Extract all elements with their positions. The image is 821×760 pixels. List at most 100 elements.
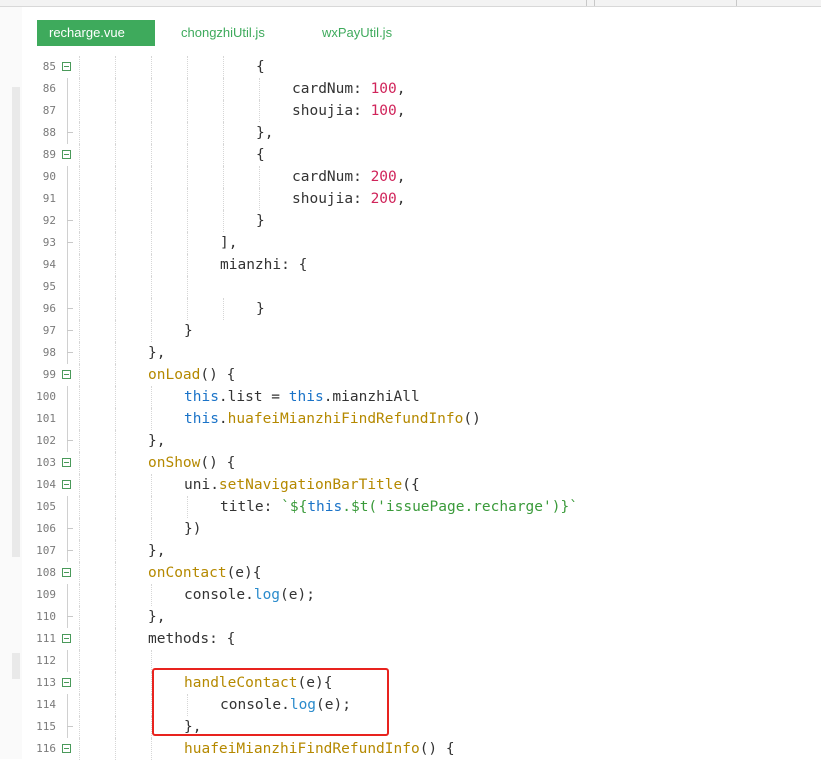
- code-text: huafeiMianzhiFindRefundInfo() {: [184, 738, 455, 760]
- line-number: 116: [36, 742, 56, 755]
- fold-toggle-icon[interactable]: [62, 370, 71, 379]
- code-line[interactable]: 86 cardNum: 100,: [22, 78, 821, 100]
- indent-guide: [115, 540, 117, 562]
- line-number: 112: [36, 654, 56, 667]
- code-line[interactable]: 109 console.log(e);: [22, 584, 821, 606]
- code-token: .$t(: [342, 499, 378, 515]
- indent-guide: [79, 562, 81, 584]
- left-side-panel[interactable]: [0, 7, 23, 759]
- code-line[interactable]: 97}: [22, 320, 821, 342]
- code-line[interactable]: 115},: [22, 716, 821, 738]
- code-editor[interactable]: 85{86 cardNum: 100, 87 shoujia: 100, 88}, 89{…: [22, 51, 821, 760]
- code-line[interactable]: 104 uni.setNavigationBarTitle({: [22, 474, 821, 496]
- code-line[interactable]: 92}: [22, 210, 821, 232]
- code-line[interactable]: 99 onLoad() {: [22, 364, 821, 386]
- line-number: 92: [42, 214, 56, 227]
- tab-chongzhiutil-js[interactable]: chongzhiUtil.js: [181, 20, 265, 46]
- code-line[interactable]: 114 console.log(e);: [22, 694, 821, 716]
- code-text: cardNum: 100,: [292, 78, 406, 100]
- fold-end-marker: [67, 726, 73, 727]
- code-token: }: [256, 301, 265, 317]
- code-line[interactable]: 107},: [22, 540, 821, 562]
- code-token: huafeiMianzhiFindRefundInfo: [184, 741, 420, 757]
- fold-end-marker: [67, 330, 73, 331]
- fold-toggle-icon[interactable]: [62, 480, 71, 489]
- line-number: 99: [42, 368, 56, 381]
- code-line[interactable]: 89 {: [22, 144, 821, 166]
- code-line[interactable]: 113 handleContact(e){: [22, 672, 821, 694]
- line-number: 95: [42, 280, 56, 293]
- indent-guide: [115, 144, 117, 166]
- indent-guide: [115, 56, 117, 78]
- fold-range-line: [67, 540, 68, 562]
- code-token: (e);: [280, 587, 315, 603]
- code-line[interactable]: 100 this.list = this.mianzhiAll: [22, 386, 821, 408]
- fold-toggle-icon[interactable]: [62, 568, 71, 577]
- code-token: },: [148, 433, 166, 449]
- indent-guide: [187, 100, 189, 122]
- indent-guide: [223, 78, 225, 100]
- code-line[interactable]: 108 onContact(e){: [22, 562, 821, 584]
- code-line[interactable]: 95: [22, 276, 821, 298]
- indent-guide: [115, 342, 117, 364]
- code-line[interactable]: 88},: [22, 122, 821, 144]
- code-line[interactable]: 105 title: `${this.$t('issuePage.recharge…: [22, 496, 821, 518]
- code-text: },: [148, 430, 165, 452]
- code-line[interactable]: 116 huafeiMianzhiFindRefundInfo() {: [22, 738, 821, 760]
- code-line[interactable]: 112: [22, 650, 821, 672]
- code-line[interactable]: 94 mianzhi: {: [22, 254, 821, 276]
- indent-guide: [115, 364, 117, 386]
- fold-toggle-icon[interactable]: [62, 634, 71, 643]
- fold-toggle-icon[interactable]: [62, 678, 71, 687]
- tab-wxpayutil-js[interactable]: wxPayUtil.js: [322, 20, 392, 46]
- fold-range-line: [67, 650, 68, 672]
- code-text: onLoad() {: [148, 364, 235, 386]
- indent-guide: [223, 298, 225, 320]
- indent-guide: [115, 232, 117, 254]
- code-line[interactable]: 91 shoujia: 200,: [22, 188, 821, 210]
- code-line[interactable]: 101 this.huafeiMianzhiFindRefundInfo(): [22, 408, 821, 430]
- code-text: handleContact(e){: [184, 672, 332, 694]
- code-token: ],: [220, 235, 238, 251]
- indent-guide: [151, 232, 153, 254]
- code-line[interactable]: 90 cardNum: 200,: [22, 166, 821, 188]
- code-token: this: [307, 499, 343, 515]
- fold-toggle-icon[interactable]: [62, 62, 71, 71]
- line-number: 104: [36, 478, 56, 491]
- code-text: },: [148, 342, 165, 364]
- fold-end-marker: [67, 616, 73, 617]
- code-token: 100: [370, 81, 397, 97]
- top-strip-divider: [594, 0, 595, 6]
- code-token: (e){: [226, 565, 262, 581]
- tab-recharge-vue[interactable]: recharge.vue: [37, 20, 155, 46]
- indent-guide: [79, 694, 81, 716]
- indent-guide: [151, 210, 153, 232]
- fold-toggle-icon[interactable]: [62, 744, 71, 753]
- fold-range-line: [67, 298, 68, 320]
- code-line[interactable]: 96}: [22, 298, 821, 320]
- code-line[interactable]: 85 {: [22, 56, 821, 78]
- indent-guide: [79, 430, 81, 452]
- code-line[interactable]: 87 shoujia: 100,: [22, 100, 821, 122]
- indent-guide: [115, 100, 117, 122]
- line-number: 105: [36, 500, 56, 513]
- code-line[interactable]: 103 onShow() {: [22, 452, 821, 474]
- code-line[interactable]: 98},: [22, 342, 821, 364]
- fold-range-line: [67, 496, 68, 518]
- code-token: cardNum:: [292, 81, 371, 97]
- indent-guide: [79, 298, 81, 320]
- indent-guide: [223, 210, 225, 232]
- code-token: 200: [370, 191, 397, 207]
- fold-toggle-icon[interactable]: [62, 458, 71, 467]
- code-line[interactable]: 102},: [22, 430, 821, 452]
- code-line[interactable]: 111 methods: {: [22, 628, 821, 650]
- side-scroll-mark: [12, 87, 20, 557]
- code-line[interactable]: 110},: [22, 606, 821, 628]
- line-number: 88: [42, 126, 56, 139]
- code-token: (e);: [316, 697, 351, 713]
- code-line[interactable]: 93],: [22, 232, 821, 254]
- indent-guide: [151, 474, 153, 496]
- code-token: 'issuePage.recharge': [377, 499, 552, 515]
- fold-toggle-icon[interactable]: [62, 150, 71, 159]
- code-line[interactable]: 106}): [22, 518, 821, 540]
